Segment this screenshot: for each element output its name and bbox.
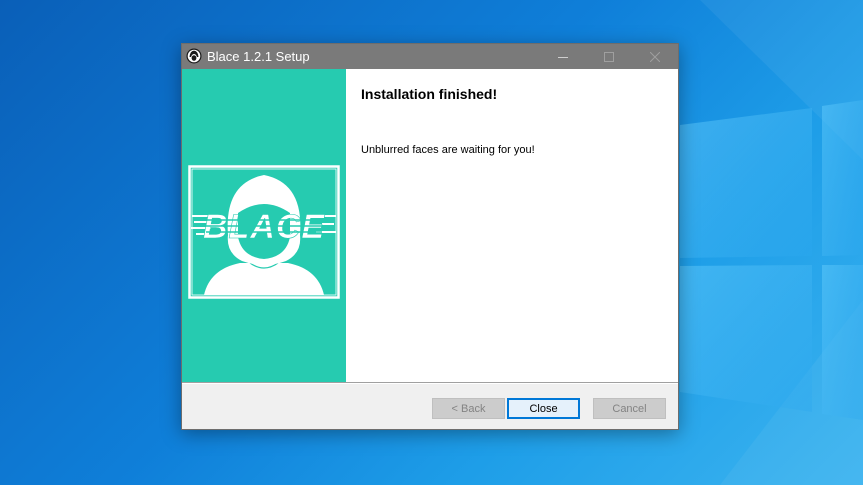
wizard-content: Installation finished! Unblurred faces a… [346,69,678,382]
close-window-button[interactable] [632,44,678,69]
cancel-button[interactable]: Cancel [593,398,666,419]
finish-message: Unblurred faces are waiting for you! [361,144,535,156]
minimize-icon [558,56,568,58]
back-button[interactable]: < Back [432,398,505,419]
setup-window: Blace 1.2.1 Setup BLACE Installation fin… [181,43,679,430]
close-icon [650,51,660,62]
page-title: Installation finished! [361,86,498,102]
maximize-button[interactable] [586,44,632,69]
installer-app-icon [186,48,202,64]
blace-logo-image: BLACE [188,165,340,299]
wizard-sidebar: BLACE [182,69,346,382]
window-title: Blace 1.2.1 Setup [207,49,310,64]
title-bar[interactable]: Blace 1.2.1 Setup [182,44,678,69]
close-button[interactable]: Close [507,398,580,419]
maximize-icon [604,51,614,62]
blace-logo-text: BLACE [203,208,325,246]
minimize-button[interactable] [540,44,586,69]
blace-logo: BLACE [188,165,340,304]
footer-divider-highlight [182,383,678,384]
